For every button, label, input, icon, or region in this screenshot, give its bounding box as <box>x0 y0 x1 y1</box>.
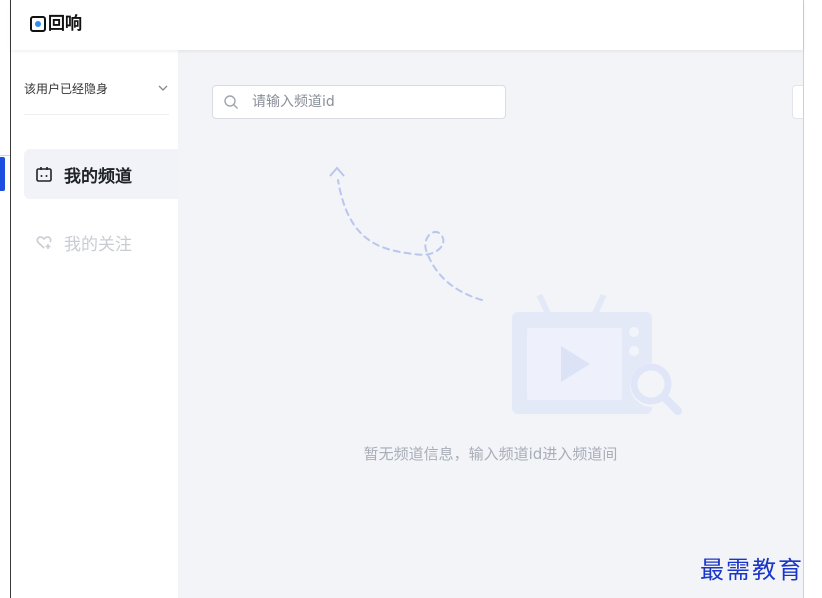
sidebar-item-label: 我的关注 <box>64 234 132 255</box>
top-bar: 回响 <box>11 0 803 50</box>
main-content: 暂无频道信息，输入频道id进入频道间 <box>178 50 803 598</box>
empty-state-illustration <box>329 166 682 415</box>
sidebar-item-my-follows[interactable]: 我的关注 <box>24 217 178 267</box>
sidebar-divider <box>24 114 169 115</box>
sidebar: 该用户已经隐身 我的频道 我的关注 <box>11 50 178 598</box>
sidebar-item-my-channels[interactable]: 我的频道 <box>24 149 178 199</box>
calendar-icon <box>36 167 52 182</box>
chevron-down-icon <box>158 85 168 91</box>
logo-text: 回响 <box>48 14 82 34</box>
user-status-dropdown[interactable]: 该用户已经隐身 <box>24 78 169 98</box>
logo-icon <box>30 16 46 32</box>
empty-state-message: 暂无频道信息，输入频道id进入频道间 <box>363 445 618 463</box>
user-status-text: 该用户已经隐身 <box>24 81 109 96</box>
active-indicator <box>0 157 5 191</box>
watermark: 最需教育 <box>700 556 804 584</box>
app-window: 回响 该用户已经隐身 我的频道 我的关注 请输入频道id 暂无频道信息，输入频道… <box>0 0 803 598</box>
app-logo: 回响 <box>30 14 82 34</box>
sidebar-item-label: 我的频道 <box>64 166 132 187</box>
right-window-edge <box>803 0 822 598</box>
heart-plus-icon <box>36 236 52 249</box>
left-window-edge <box>0 0 11 598</box>
